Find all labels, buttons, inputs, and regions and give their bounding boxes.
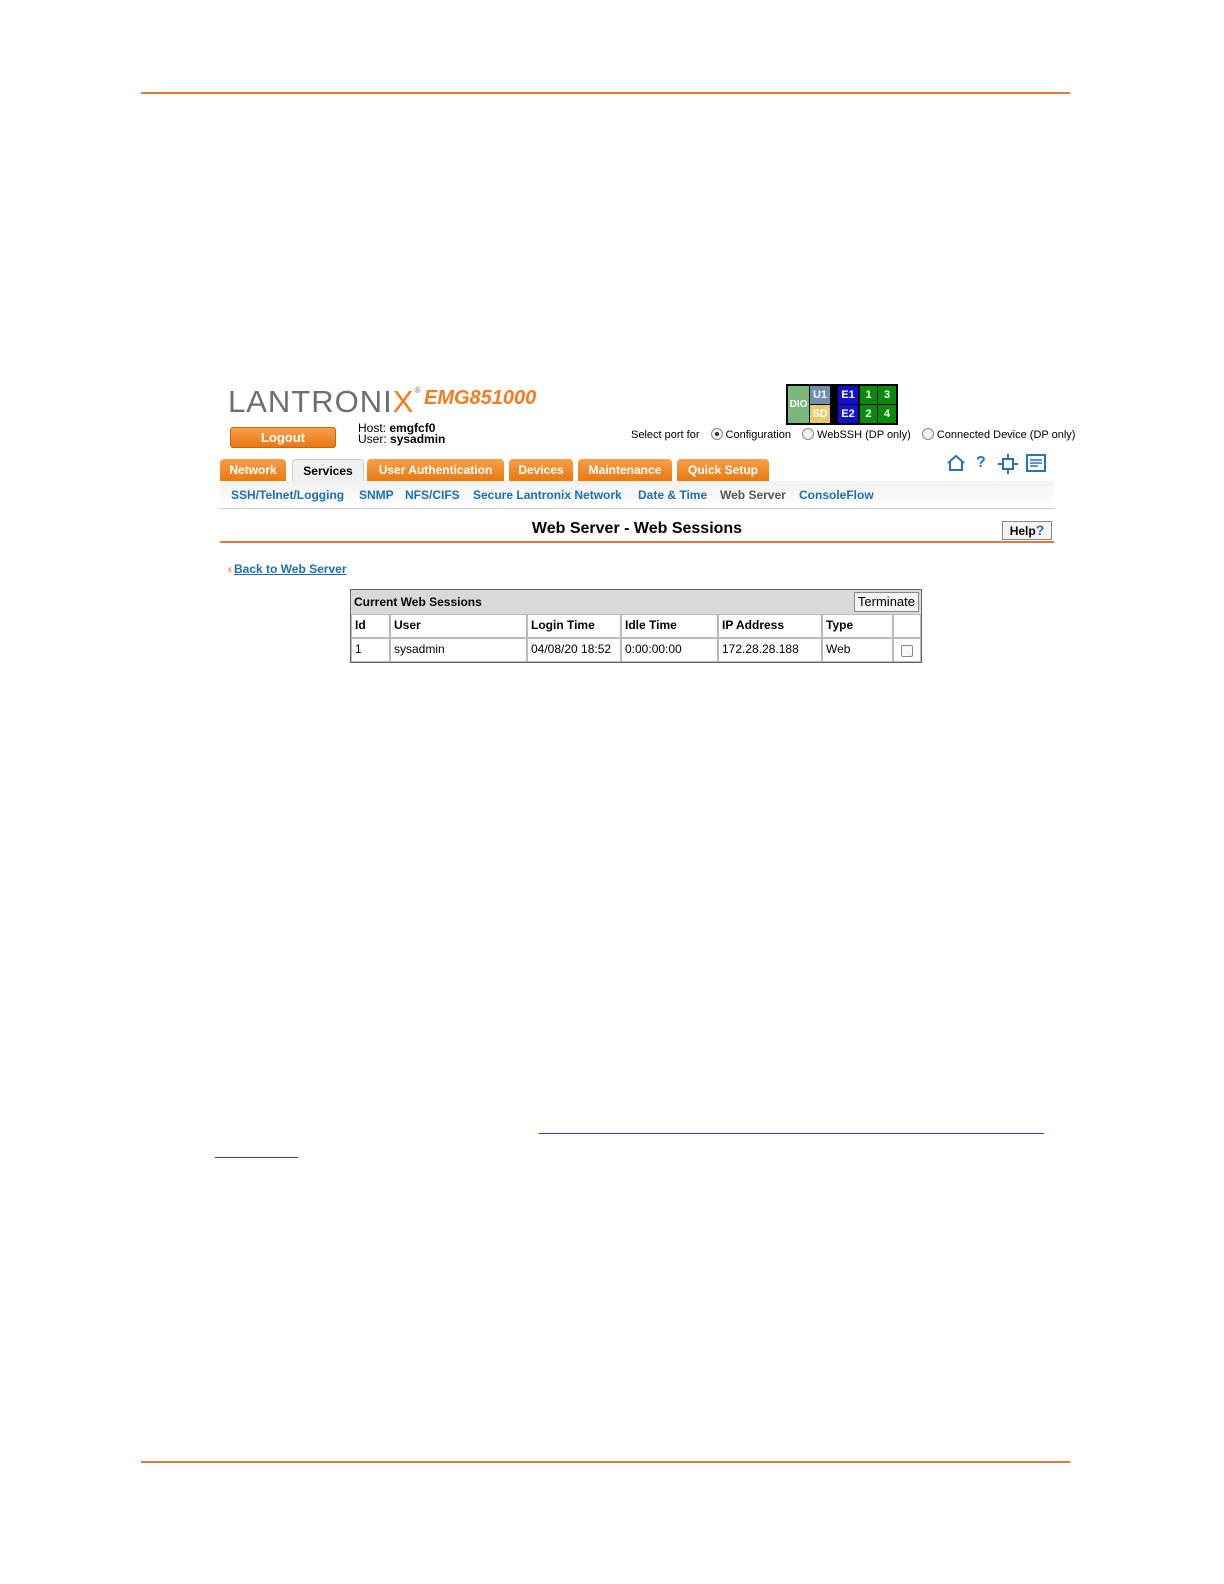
page-title: Web Server - Web Sessions	[531, 520, 743, 537]
col-header-idle-time: Idle Time	[621, 614, 718, 638]
table-row-cell-ip: 172.28.28.188	[718, 638, 822, 662]
host-info: Host: emgfcf0 User: sysadmin	[358, 421, 446, 446]
port-u1[interactable]: U1	[810, 386, 830, 404]
table-row-cell-login-time: 04/08/20 18:52	[527, 638, 621, 662]
tab-quick-setup[interactable]: Quick Setup	[677, 459, 769, 481]
port-2[interactable]: 2	[860, 405, 877, 423]
col-header-select	[893, 614, 921, 638]
lantronix-logo: LANTRONIX®	[228, 384, 422, 419]
device-model: EMG851000	[424, 387, 537, 409]
col-header-id: Id	[351, 614, 390, 638]
user-value: sysadmin	[390, 432, 446, 446]
chevron-left-icon: ‹	[228, 562, 232, 576]
port-dio[interactable]: DIO	[788, 386, 809, 423]
col-header-user: User	[390, 614, 527, 638]
subnav-consoleflow[interactable]: ConsoleFlow	[799, 488, 874, 502]
tab-user-authentication[interactable]: User Authentication	[367, 459, 504, 481]
tab-devices[interactable]: Devices	[509, 459, 573, 481]
port-e2[interactable]: E2	[838, 405, 858, 423]
tab-services[interactable]: Services	[292, 459, 364, 482]
help-icon[interactable]: ?	[976, 454, 986, 472]
web-ui-screenshot: LANTRONIX® EMG851000 Logout Host: emgfcf…	[218, 380, 1075, 670]
help-question-icon: ?	[1035, 522, 1045, 538]
session-select-checkbox[interactable]	[901, 645, 913, 657]
col-header-ip-address: IP Address	[718, 614, 822, 638]
table-row-cell-idle-time: 0:00:00:00	[621, 638, 718, 662]
subnav-snmp[interactable]: SNMP	[359, 488, 394, 502]
table-header-bar: Current Web Sessions Terminate	[351, 590, 921, 614]
table-row-cell-type: Web	[822, 638, 893, 662]
network-icon[interactable]	[998, 454, 1018, 479]
radio-webssh[interactable]	[802, 428, 815, 440]
help-button[interactable]: Help?	[1002, 521, 1052, 540]
table-row-cell-user: sysadmin	[390, 638, 527, 662]
subnav-nfs-cifs[interactable]: NFS/CIFS	[405, 488, 460, 502]
hyperlink-underline[interactable]	[539, 1133, 1044, 1134]
subnav-date-time[interactable]: Date & Time	[638, 488, 707, 502]
table-title: Current Web Sessions	[354, 595, 482, 609]
select-port-for: Select port for Configuration WebSSH (DP…	[631, 428, 1076, 441]
subnav-ssh-telnet-logging[interactable]: SSH/Telnet/Logging	[231, 488, 344, 502]
port-4[interactable]: 4	[878, 405, 896, 423]
col-header-type: Type	[822, 614, 893, 638]
hyperlink-underline-continued[interactable]	[215, 1157, 298, 1158]
radio-connected-device[interactable]	[921, 428, 934, 440]
port-3[interactable]: 3	[878, 386, 896, 404]
home-icon[interactable]	[946, 454, 966, 477]
title-rule	[220, 541, 1054, 543]
tab-network[interactable]: Network	[220, 459, 286, 481]
log-icon[interactable]	[1026, 454, 1046, 477]
port-e1[interactable]: E1	[838, 386, 858, 404]
terminate-button[interactable]: Terminate	[853, 592, 919, 612]
table-row-cell-id: 1	[351, 638, 390, 662]
subnav-web-server[interactable]: Web Server	[720, 488, 786, 502]
header-rule	[141, 92, 1070, 94]
tab-maintenance[interactable]: Maintenance	[578, 459, 672, 481]
col-header-login-time: Login Time	[527, 614, 621, 638]
port-status-panel: DIO U1 SD E1 E2 1 2 3 4	[786, 384, 898, 425]
radio-configuration[interactable]	[710, 428, 723, 440]
web-sessions-table: Current Web Sessions Terminate Id User L…	[350, 589, 922, 663]
footer-rule	[141, 1461, 1070, 1463]
port-sd[interactable]: SD	[810, 405, 830, 423]
subnav-secure-lantronix-network[interactable]: Secure Lantronix Network	[473, 488, 622, 502]
logout-button[interactable]: Logout	[230, 427, 336, 448]
services-subnav: SSH/Telnet/Logging SNMP NFS/CIFS Secure …	[220, 481, 1054, 509]
port-1[interactable]: 1	[860, 386, 877, 404]
table-grid: Id User Login Time Idle Time IP Address …	[351, 614, 921, 662]
back-to-web-server-link[interactable]: ‹ Back to Web Server	[228, 562, 347, 576]
